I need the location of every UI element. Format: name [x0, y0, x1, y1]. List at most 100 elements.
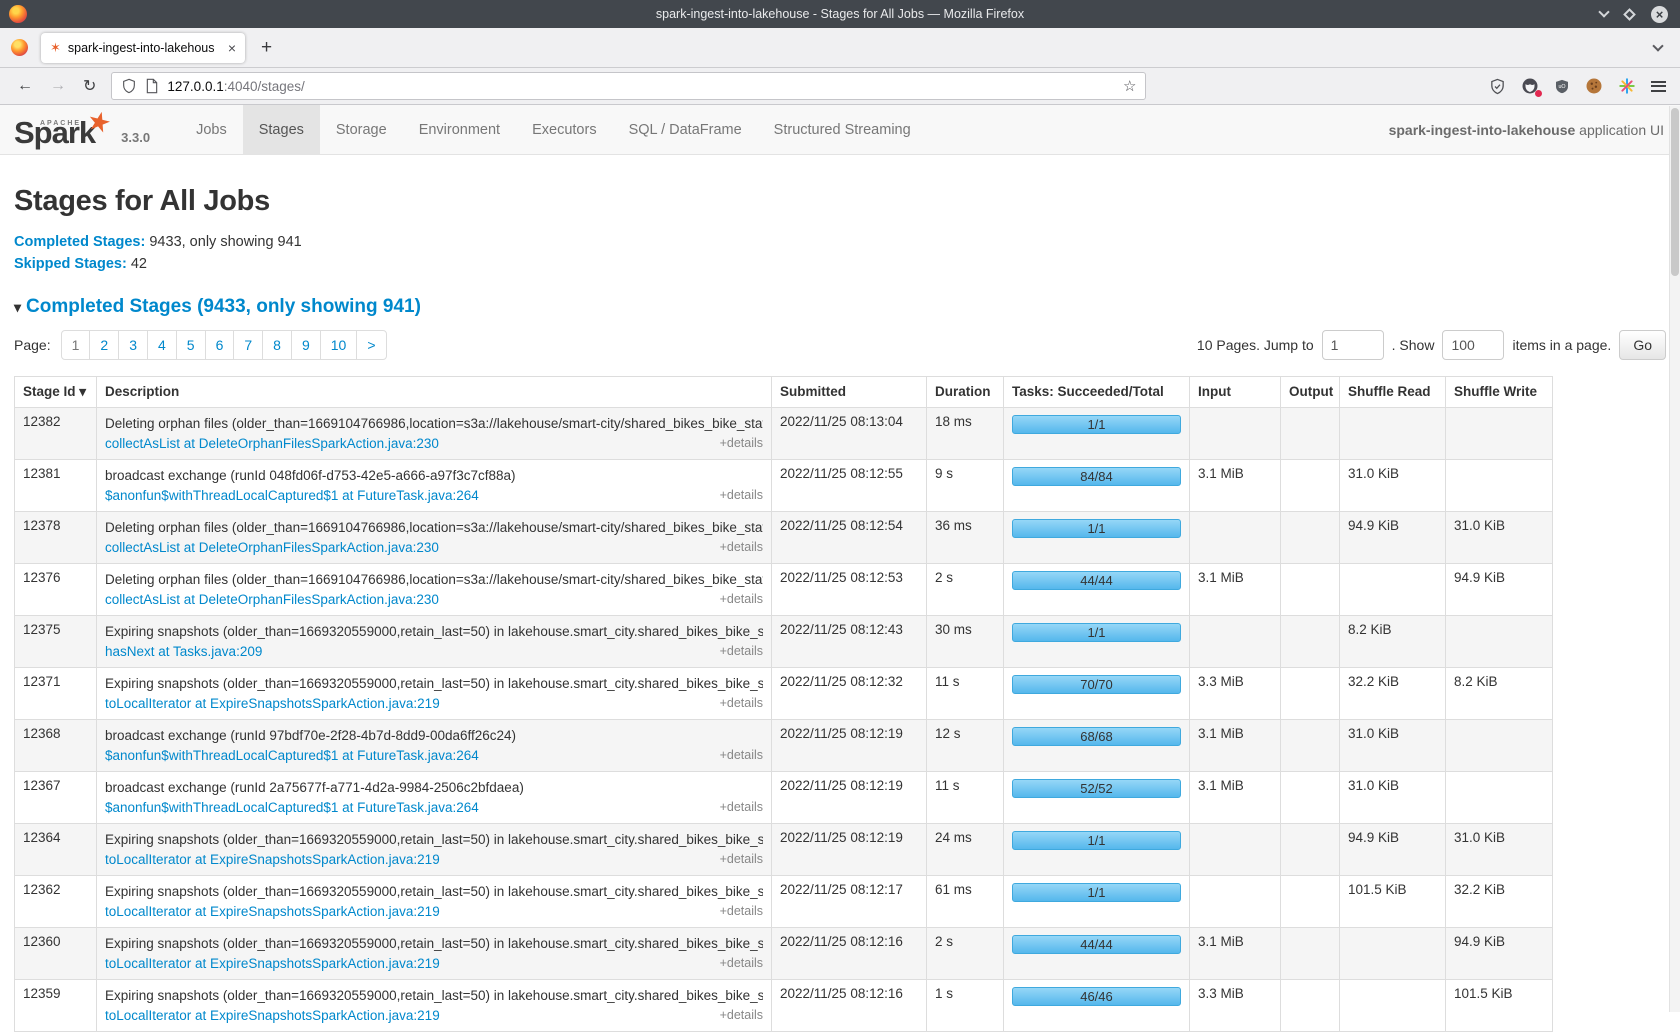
sparkle-extension-icon[interactable]: [1618, 77, 1636, 95]
page-button-5[interactable]: 5: [177, 331, 206, 359]
stage-description: Deleting orphan files (older_than=166910…: [105, 518, 763, 537]
items-label: items in a page.: [1512, 337, 1611, 353]
task-progress-fill: 1/1: [1012, 883, 1181, 902]
reload-button[interactable]: ↻: [83, 76, 96, 96]
forward-button[interactable]: →: [50, 77, 66, 95]
input-cell: [1190, 824, 1281, 876]
column-header[interactable]: Shuffle Write: [1446, 377, 1553, 408]
details-toggle[interactable]: +details: [720, 434, 763, 453]
details-toggle[interactable]: +details: [720, 798, 763, 817]
shuffle-write-cell: [1446, 408, 1553, 460]
nav-item-storage[interactable]: Storage: [320, 105, 403, 154]
stage-detail-link[interactable]: hasNext at Tasks.java:209: [105, 644, 262, 659]
details-toggle[interactable]: +details: [720, 538, 763, 557]
column-header[interactable]: Stage Id ▾: [15, 377, 97, 408]
description-cell: Deleting orphan files (older_than=166910…: [97, 512, 772, 564]
table-row: 12382 Deleting orphan files (older_than=…: [15, 408, 1553, 460]
column-header[interactable]: Description: [97, 377, 772, 408]
page-button-3[interactable]: 3: [119, 331, 148, 359]
column-header[interactable]: Tasks: Succeeded/Total: [1004, 377, 1190, 408]
page-scrollbar[interactable]: [1669, 106, 1680, 1012]
back-button[interactable]: ←: [17, 77, 33, 95]
nav-item-executors[interactable]: Executors: [516, 105, 612, 154]
firefox-icon[interactable]: [11, 39, 28, 56]
mask-extension-icon[interactable]: [1521, 77, 1539, 95]
stage-detail-link[interactable]: $anonfun$withThreadLocalCaptured$1 at Fu…: [105, 748, 479, 763]
maximize-icon[interactable]: [1623, 8, 1636, 21]
details-toggle[interactable]: +details: [720, 850, 763, 869]
go-button[interactable]: Go: [1619, 330, 1666, 360]
stage-detail-link[interactable]: toLocalIterator at ExpireSnapshotsSparkA…: [105, 956, 440, 971]
skipped-stages-link[interactable]: Skipped Stages:: [14, 256, 127, 272]
page-button-7[interactable]: 7: [234, 331, 263, 359]
column-header[interactable]: Input: [1190, 377, 1281, 408]
browser-tab[interactable]: ✶ spark-ingest-into-lakehous ×: [41, 33, 245, 63]
task-progress-fill: 52/52: [1012, 779, 1181, 798]
task-progress-bar: 44/44: [1012, 935, 1181, 954]
duration-cell: 1 s: [927, 980, 1004, 1032]
minimize-icon[interactable]: [1598, 6, 1609, 17]
page-button-1[interactable]: 1: [62, 331, 91, 359]
details-toggle[interactable]: +details: [720, 954, 763, 973]
duration-cell: 9 s: [927, 460, 1004, 512]
menu-hamburger-icon[interactable]: [1651, 78, 1666, 94]
details-toggle[interactable]: +details: [720, 746, 763, 765]
details-toggle[interactable]: +details: [720, 642, 763, 661]
details-toggle[interactable]: +details: [720, 1006, 763, 1025]
description-cell: broadcast exchange (runId 97bdf70e-2f28-…: [97, 720, 772, 772]
column-header[interactable]: Output: [1281, 377, 1340, 408]
nav-item-jobs[interactable]: Jobs: [180, 105, 243, 154]
cookie-extension-icon[interactable]: [1585, 77, 1603, 95]
shield-permissions-icon[interactable]: [121, 78, 137, 94]
nav-item-sql-dataframe[interactable]: SQL / DataFrame: [613, 105, 758, 154]
stage-detail-link[interactable]: collectAsList at DeleteOrphanFilesSparkA…: [105, 540, 439, 555]
stage-detail-link[interactable]: $anonfun$withThreadLocalCaptured$1 at Fu…: [105, 488, 479, 503]
stage-description: broadcast exchange (runId 2a75677f-a771-…: [105, 778, 763, 797]
page-button-2[interactable]: 2: [90, 331, 119, 359]
column-header[interactable]: Shuffle Read: [1340, 377, 1446, 408]
scrollbar-thumb[interactable]: [1671, 108, 1679, 276]
stage-detail-link[interactable]: toLocalIterator at ExpireSnapshotsSparkA…: [105, 852, 440, 867]
page-button->[interactable]: >: [357, 331, 385, 359]
close-icon[interactable]: ×: [1651, 6, 1668, 23]
spark-brand[interactable]: APACHE Spark ★ 3.3.0: [0, 105, 154, 154]
nav-item-stages[interactable]: Stages: [243, 105, 320, 154]
stage-detail-link[interactable]: toLocalIterator at ExpireSnapshotsSparkA…: [105, 696, 440, 711]
column-header[interactable]: Duration: [927, 377, 1004, 408]
stage-detail-link[interactable]: collectAsList at DeleteOrphanFilesSparkA…: [105, 592, 439, 607]
column-header[interactable]: Submitted: [772, 377, 927, 408]
url-bar[interactable]: 127.0.0.1:4040/stages/ ☆: [111, 72, 1146, 100]
page-button-4[interactable]: 4: [148, 331, 177, 359]
page-title: Stages for All Jobs: [14, 185, 1666, 218]
tab-close-icon[interactable]: ×: [228, 40, 236, 56]
jump-to-page-input[interactable]: [1322, 330, 1384, 360]
page-button-10[interactable]: 10: [321, 331, 358, 359]
page-button-8[interactable]: 8: [263, 331, 292, 359]
stage-detail-link[interactable]: toLocalIterator at ExpireSnapshotsSparkA…: [105, 904, 440, 919]
bookmark-star-icon[interactable]: ☆: [1123, 77, 1136, 95]
table-row: 12360 Expiring snapshots (older_than=166…: [15, 928, 1553, 980]
shield-check-extension-icon[interactable]: [1489, 78, 1506, 95]
new-tab-button[interactable]: +: [261, 37, 272, 59]
shuffle-read-cell: 94.9 KiB: [1340, 512, 1446, 564]
stage-detail-link[interactable]: $anonfun$withThreadLocalCaptured$1 at Fu…: [105, 800, 479, 815]
stage-detail-link[interactable]: collectAsList at DeleteOrphanFilesSparkA…: [105, 436, 439, 451]
output-cell: [1281, 980, 1340, 1032]
shuffle-write-cell: 32.2 KiB: [1446, 876, 1553, 928]
ublock-extension-icon[interactable]: uO: [1554, 78, 1570, 95]
details-toggle[interactable]: +details: [720, 902, 763, 921]
list-tabs-chevron-icon[interactable]: [1652, 40, 1663, 51]
page-button-6[interactable]: 6: [206, 331, 235, 359]
details-toggle[interactable]: +details: [720, 486, 763, 505]
details-toggle[interactable]: +details: [720, 590, 763, 609]
completed-stages-section-header[interactable]: ▾Completed Stages (9433, only showing 94…: [14, 296, 1666, 318]
page-info-icon[interactable]: [145, 78, 159, 94]
page-button-9[interactable]: 9: [292, 331, 321, 359]
shuffle-read-cell: [1340, 564, 1446, 616]
stage-detail-link[interactable]: toLocalIterator at ExpireSnapshotsSparkA…: [105, 1008, 440, 1023]
completed-stages-link[interactable]: Completed Stages:: [14, 234, 145, 250]
nav-item-environment[interactable]: Environment: [403, 105, 516, 154]
nav-item-structured-streaming[interactable]: Structured Streaming: [758, 105, 927, 154]
items-per-page-input[interactable]: [1442, 330, 1504, 360]
details-toggle[interactable]: +details: [720, 694, 763, 713]
